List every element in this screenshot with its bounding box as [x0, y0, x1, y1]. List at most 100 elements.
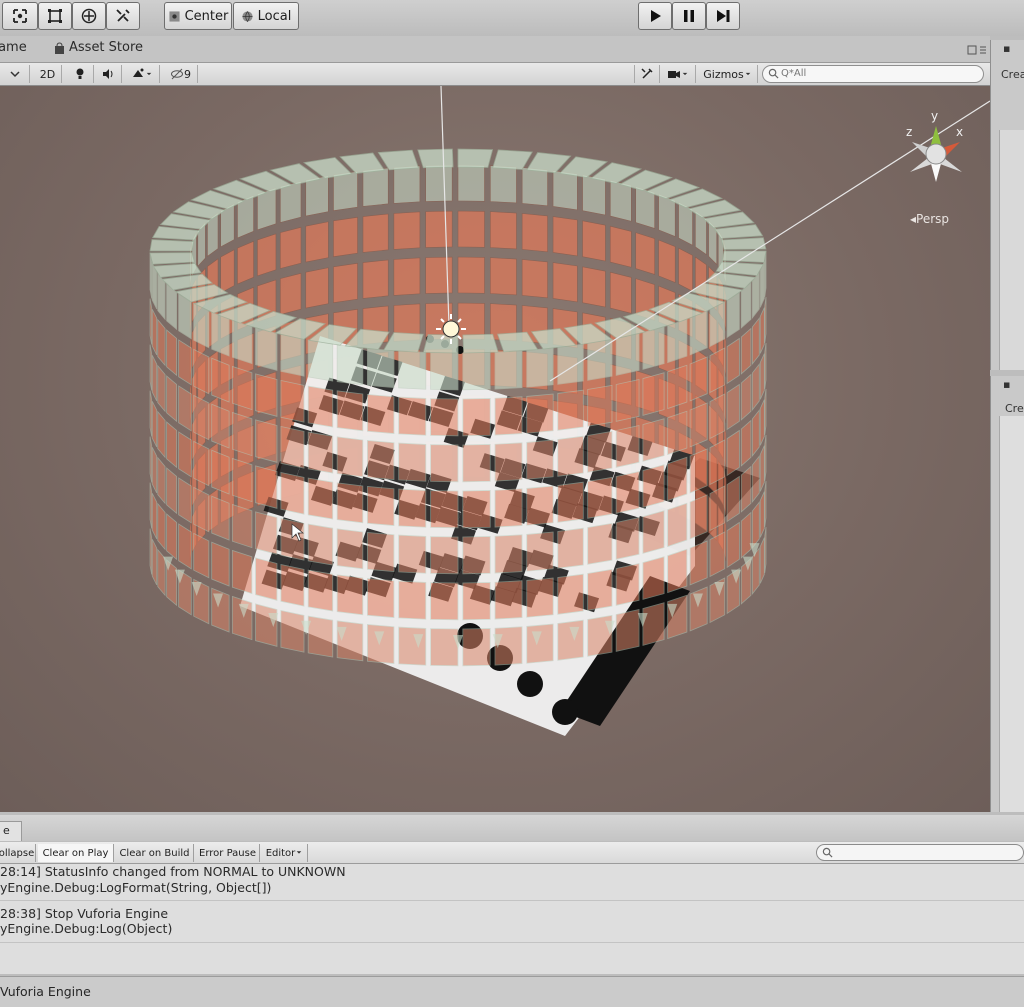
hidden-objects-count: 9 — [184, 67, 191, 81]
pause-button[interactable] — [672, 2, 706, 30]
console-search-input[interactable] — [816, 844, 1024, 861]
brick-front — [166, 329, 178, 377]
hierarchy-panel: ▪ Crea — [990, 40, 1024, 370]
brick-front — [726, 475, 740, 523]
log-entry-2-message[interactable]: 28:38] Stop Vuforia Engine — [0, 906, 168, 921]
brick-front — [193, 486, 210, 533]
brick-front — [615, 609, 640, 652]
log-entry-1-message[interactable]: 28:14] StatusInfo changed from NORMAL to… — [0, 864, 346, 879]
audio-toggle[interactable] — [94, 65, 122, 83]
brick-front — [398, 626, 427, 666]
brick-front — [336, 390, 364, 432]
brick-front — [149, 298, 153, 345]
brick-front — [615, 471, 640, 514]
move-tool-button[interactable] — [2, 2, 38, 30]
clear-on-play-button[interactable]: Clear on Play — [38, 844, 114, 862]
error-pause-button[interactable]: Error Pause — [196, 844, 260, 862]
brick-front — [615, 425, 640, 468]
gizmos-dropdown[interactable]: Gizmos — [698, 65, 758, 83]
brick-front — [526, 439, 554, 480]
rect-tool-button[interactable] — [38, 2, 72, 30]
brick-front — [211, 449, 230, 495]
marker-dot — [517, 671, 543, 697]
toggle-2d-label: 2D — [39, 67, 56, 81]
brick-front — [557, 481, 584, 523]
log-entry-1-trace[interactable]: yEngine.Debug:LogFormat(String, Object[]… — [0, 880, 271, 895]
brick-back — [207, 212, 219, 257]
status-message: Vuforia Engine — [0, 984, 91, 999]
brick-front — [280, 609, 305, 653]
toggle-2d-button[interactable]: 2D — [34, 65, 62, 83]
brick-front — [193, 394, 210, 441]
brick-front — [280, 379, 305, 423]
pivot-center-button[interactable]: Center — [164, 2, 232, 30]
brick-front — [149, 390, 153, 437]
brick-front — [211, 357, 230, 403]
tab-console[interactable]: e — [0, 821, 22, 841]
brick-front — [751, 501, 760, 549]
pivot-local-button[interactable]: Local — [233, 2, 299, 30]
brick-back — [490, 165, 517, 204]
hierarchy-create-button[interactable]: Crea — [1001, 68, 1024, 81]
brick-front — [307, 339, 334, 382]
brick-front — [759, 445, 765, 492]
brick-front — [149, 482, 153, 529]
scene-search-input[interactable]: Q*All — [762, 65, 984, 83]
scene-viewport[interactable]: y x z ◂Persp — [0, 86, 990, 812]
rect-tool-icon — [48, 9, 62, 23]
brick-front — [157, 548, 166, 597]
brick-front — [642, 602, 665, 646]
lighting-toggle[interactable] — [66, 65, 94, 83]
hierarchy-tab-icon[interactable]: ▪ — [1003, 42, 1010, 55]
tab-options-area — [938, 40, 988, 62]
perspective-toggle[interactable]: ◂Persp — [910, 212, 949, 226]
brick-rim — [457, 148, 494, 168]
brick-front — [430, 398, 459, 437]
project-create-button[interactable]: Cre — [1005, 402, 1024, 415]
tab-game[interactable]: Game — [0, 40, 27, 55]
transform-tool-button[interactable] — [72, 2, 106, 30]
hidden-objects-toggle[interactable]: 9 — [164, 65, 198, 83]
brick-front — [398, 580, 427, 620]
step-button[interactable] — [706, 2, 740, 30]
brick-front — [587, 522, 613, 565]
collapse-button[interactable]: ollapse — [0, 844, 36, 862]
hierarchy-list[interactable] — [999, 130, 1024, 370]
brick-front — [231, 457, 253, 503]
brick-front — [193, 348, 210, 395]
panel-menu-icon[interactable] — [938, 40, 988, 62]
brick-front — [151, 493, 158, 540]
brick-front — [211, 495, 230, 541]
editor-dropdown[interactable]: Editor — [262, 844, 308, 862]
brick-front — [336, 436, 364, 478]
brick-front — [462, 352, 491, 391]
brick-front — [526, 485, 554, 526]
project-tab-icon[interactable]: ▪ — [1003, 378, 1010, 391]
brick-back — [695, 210, 707, 256]
axis-x-label: x — [956, 125, 963, 139]
brick-front — [709, 485, 726, 532]
brick-back — [362, 259, 389, 299]
brick-front — [689, 356, 708, 402]
orientation-gizmo[interactable]: y x z — [906, 109, 963, 182]
move-tool-icon — [13, 9, 27, 23]
camera-settings-dropdown[interactable] — [660, 65, 696, 83]
brick-back — [552, 262, 578, 303]
project-tree[interactable] — [999, 416, 1024, 812]
brick-front — [193, 532, 210, 579]
brick-front — [526, 531, 554, 572]
brick-front — [367, 440, 395, 481]
tab-asset-store[interactable]: Asset Store — [54, 40, 143, 55]
log-entry-2-trace[interactable]: yEngine.Debug:Log(Object) — [0, 921, 172, 936]
status-bar: Vuforia Engine — [0, 976, 1024, 1007]
custom-tool-button[interactable] — [106, 2, 140, 30]
shading-mode-dropdown[interactable] — [0, 65, 30, 83]
scene-tools-toggle[interactable] — [634, 65, 660, 83]
wrench-icon — [116, 9, 130, 22]
brick-front — [689, 448, 708, 494]
play-button[interactable] — [638, 2, 672, 30]
clear-on-build-button[interactable]: Clear on Build — [116, 844, 194, 862]
axis-z-label: z — [906, 125, 912, 139]
effects-dropdown[interactable] — [124, 65, 160, 83]
brick-front — [740, 419, 752, 467]
